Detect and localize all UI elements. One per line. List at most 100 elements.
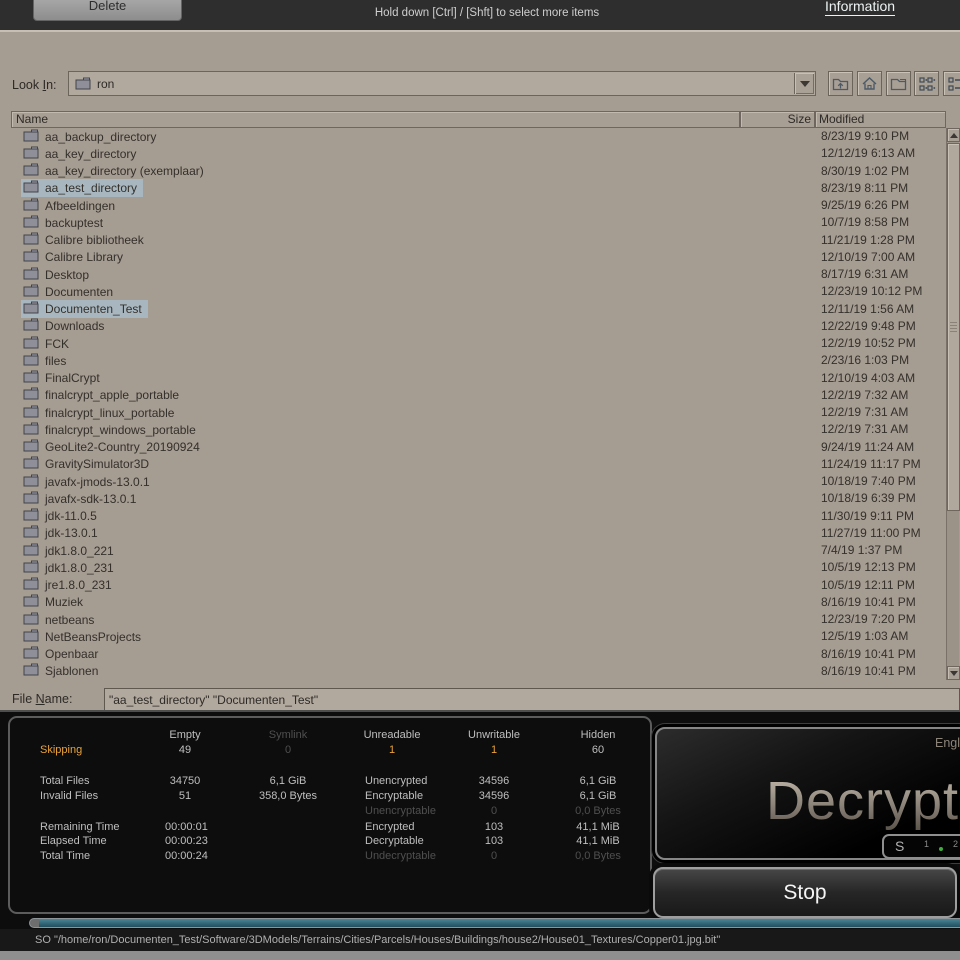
file-row[interactable]: FCK 12/2/19 10:52 PM [12,335,947,352]
file-row[interactable]: jre1.8.0_231 10/5/19 12:11 PM [12,577,947,594]
file-name-label: Openbaar [45,647,98,661]
file-row-name-cell[interactable]: backuptest [21,214,109,232]
file-row[interactable]: aa_backup_directory 8/23/19 9:10 PM [12,128,947,145]
file-row[interactable]: jdk1.8.0_231 10/5/19 12:13 PM [12,559,947,576]
folder-icon-slot [23,284,39,300]
scrollbar-thumb[interactable] [947,143,960,511]
file-name-input[interactable] [104,688,960,711]
scroll-up-button[interactable] [947,128,960,142]
file-row-name-cell[interactable]: Sjablonen [21,662,104,680]
file-row[interactable]: GeoLite2-Country_20190924 9/24/19 11:24 … [12,439,947,456]
file-row-name-cell[interactable]: GravitySimulator3D [21,455,155,473]
file-row-name-cell[interactable]: jdk1.8.0_221 [21,542,120,560]
file-row[interactable]: finalcrypt_windows_portable 12/2/19 7:31… [12,421,947,438]
file-row[interactable]: jdk-11.0.5 11/30/19 9:11 PM [12,508,947,525]
file-row-name-cell[interactable]: Calibre Library [21,248,129,266]
file-row-name-cell[interactable]: FCK [21,335,75,353]
folder-icon-slot [23,491,39,507]
look-in-dropdown-button[interactable] [794,73,814,94]
file-modified-label: 8/16/19 10:41 PM [821,594,916,611]
file-row[interactable]: Calibre bibliotheek 11/21/19 1:28 PM [12,232,947,249]
file-row-name-cell[interactable]: GeoLite2-Country_20190924 [21,438,206,456]
file-row-name-cell[interactable]: jre1.8.0_231 [21,576,118,594]
file-row[interactable]: Afbeeldingen 9/25/19 6:26 PM [12,197,947,214]
file-row-name-cell[interactable]: jdk-11.0.5 [21,507,103,525]
file-row-name-cell[interactable]: Documenten_Test [21,300,148,318]
file-row[interactable]: Sjablonen 8/16/19 10:41 PM [12,663,947,680]
file-row-name-cell[interactable]: finalcrypt_apple_portable [21,386,185,404]
file-row-name-cell[interactable]: FinalCrypt [21,369,106,387]
vertical-scrollbar[interactable] [946,128,959,680]
pause-indicator-box [882,834,960,859]
file-row-name-cell[interactable]: finalcrypt_linux_portable [21,404,180,422]
file-row[interactable]: jdk-13.0.1 11/27/19 11:00 PM [12,525,947,542]
file-row-name-cell[interactable]: NetBeansProjects [21,628,147,646]
file-row[interactable]: finalcrypt_linux_portable 12/2/19 7:31 A… [12,404,947,421]
file-row-name-cell[interactable]: javafx-sdk-13.0.1 [21,490,142,508]
file-row-name-cell[interactable]: netbeans [21,611,100,629]
file-row-name-cell[interactable]: Desktop [21,266,95,284]
column-header-modified[interactable]: Modified [815,111,946,128]
stop-button[interactable]: Stop [653,867,957,918]
file-row-name-cell[interactable]: jdk1.8.0_231 [21,559,120,577]
file-row-name-cell[interactable]: Downloads [21,317,110,335]
file-row-name-cell[interactable]: aa_backup_directory [21,128,162,146]
file-row[interactable]: Documenten_Test 12/11/19 1:56 AM [12,301,947,318]
folder-icon [23,577,39,590]
file-chooser-panel: Look In: ron [0,30,960,710]
file-modified-label: 10/7/19 8:58 PM [821,214,909,231]
file-row[interactable]: Desktop 8/17/19 6:31 AM [12,266,947,283]
file-row[interactable]: jdk1.8.0_221 7/4/19 1:37 PM [12,542,947,559]
file-row[interactable]: Downloads 12/22/19 9:48 PM [12,318,947,335]
look-in-combobox[interactable]: ron [68,71,816,96]
window-bottom-edge [0,951,960,960]
file-name-label: Documenten_Test [45,302,142,316]
file-row[interactable]: Muziek 8/16/19 10:41 PM [12,594,947,611]
file-name-label: finalcrypt_windows_portable [45,423,196,437]
file-row[interactable]: backuptest 10/7/19 8:58 PM [12,214,947,231]
file-modified-label: 10/5/19 12:11 PM [821,577,915,594]
file-row[interactable]: files 2/23/16 1:03 PM [12,352,947,369]
file-row-name-cell[interactable]: files [21,352,72,370]
column-header-size[interactable]: Size [740,111,815,128]
column-header-name[interactable]: Name [11,111,740,128]
file-row[interactable]: Documenten 12/23/19 10:12 PM [12,283,947,300]
file-row-name-cell[interactable]: aa_key_directory (exemplaar) [21,162,210,180]
home-button[interactable] [857,71,882,96]
up-folder-button[interactable] [828,71,853,96]
file-row-name-cell[interactable]: Openbaar [21,645,104,663]
file-name-label: backuptest [45,216,103,230]
file-row[interactable]: Openbaar 8/16/19 10:41 PM [12,646,947,663]
details-view-button[interactable] [943,71,960,96]
information-link[interactable]: Information [825,0,895,16]
file-row-name-cell[interactable]: Documenten [21,283,119,301]
file-row[interactable]: aa_key_directory 12/12/19 6:13 AM [12,145,947,162]
folder-icon-slot [23,663,39,679]
file-row[interactable]: Calibre Library 12/10/19 7:00 AM [12,249,947,266]
file-row-name-cell[interactable]: Calibre bibliotheek [21,231,150,249]
file-name-label: Afbeeldingen [45,199,115,213]
file-row[interactable]: finalcrypt_apple_portable 12/2/19 7:32 A… [12,387,947,404]
file-row-name-cell[interactable]: Muziek [21,593,89,611]
file-row[interactable]: FinalCrypt 12/10/19 4:03 AM [12,370,947,387]
file-row-name-cell[interactable]: aa_key_directory [21,145,142,163]
file-row[interactable]: aa_key_directory (exemplaar) 8/30/19 1:0… [12,163,947,180]
file-row-name-cell[interactable]: aa_test_directory [21,179,143,197]
file-row[interactable]: netbeans 12/23/19 7:20 PM [12,611,947,628]
file-row[interactable]: NetBeansProjects 12/5/19 1:03 AM [12,628,947,645]
file-row-name-cell[interactable]: Afbeeldingen [21,197,121,215]
file-row-name-cell[interactable]: jdk-13.0.1 [21,524,104,542]
folder-icon [23,232,39,245]
file-name-label: GeoLite2-Country_20190924 [45,440,200,454]
home-icon [861,76,878,91]
grid-view-button[interactable] [914,71,939,96]
file-row[interactable]: GravitySimulator3D 11/24/19 11:17 PM [12,456,947,473]
file-row[interactable]: aa_test_directory 8/23/19 8:11 PM [12,180,947,197]
folder-icon-slot [23,422,39,438]
scroll-down-button[interactable] [947,666,960,680]
new-folder-button[interactable] [886,71,911,96]
file-row-name-cell[interactable]: finalcrypt_windows_portable [21,421,202,439]
file-row[interactable]: javafx-jmods-13.0.1 10/18/19 7:40 PM [12,473,947,490]
file-row-name-cell[interactable]: javafx-jmods-13.0.1 [21,473,156,491]
file-row[interactable]: javafx-sdk-13.0.1 10/18/19 6:39 PM [12,490,947,507]
